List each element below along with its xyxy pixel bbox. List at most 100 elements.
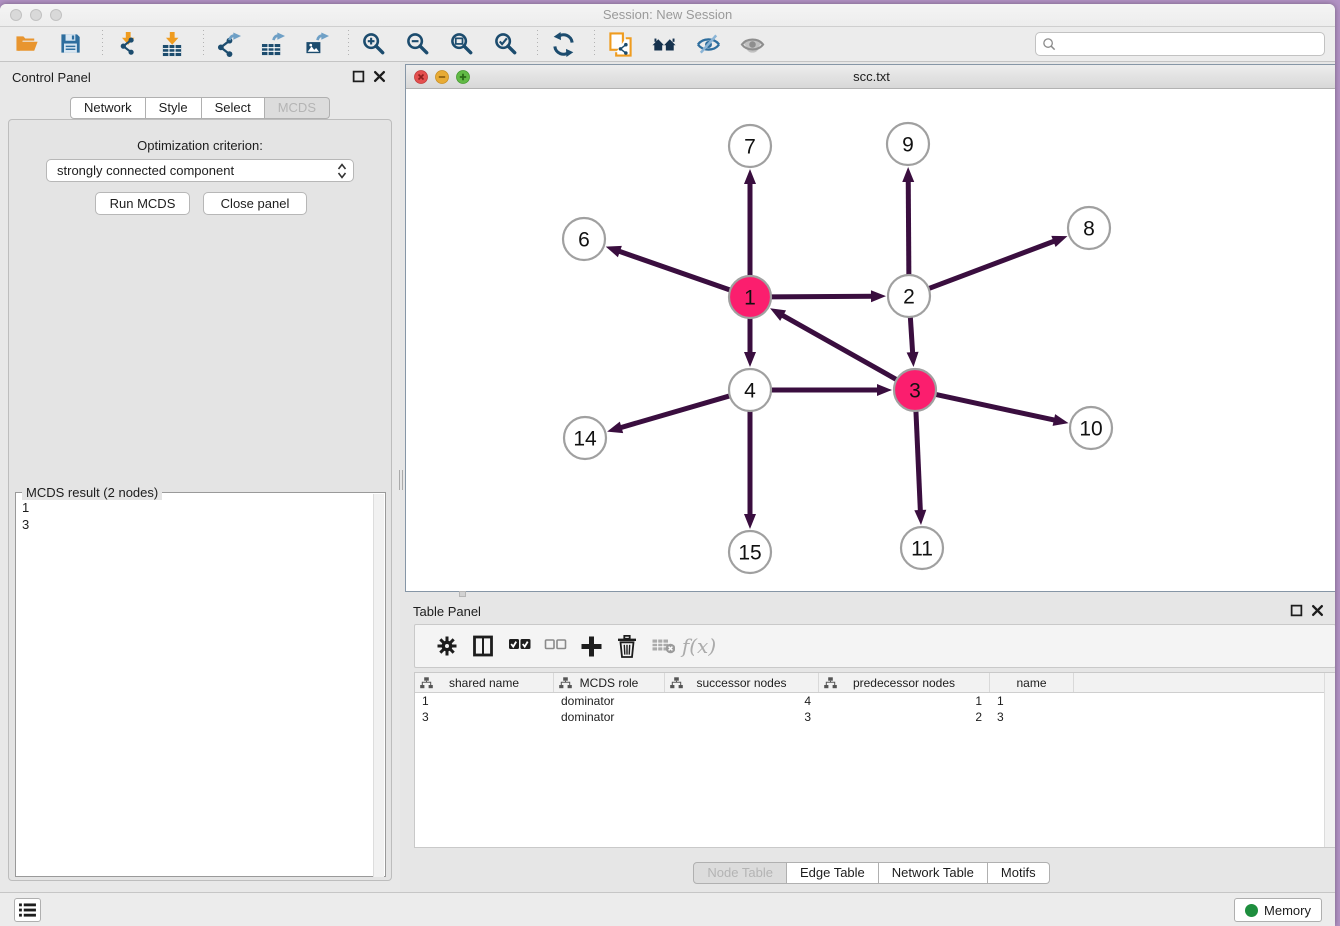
- open-session-button[interactable]: [12, 30, 42, 58]
- show-columns-button[interactable]: [465, 631, 501, 661]
- tab-network-table[interactable]: Network Table: [879, 862, 988, 884]
- cell-mcds-role[interactable]: dominator: [554, 693, 665, 709]
- graph-edge-4-14[interactable]: [607, 396, 731, 434]
- search-input[interactable]: [1061, 37, 1318, 52]
- zoom-fit-button[interactable]: [447, 30, 477, 58]
- graph-node-7[interactable]: 7: [729, 125, 771, 167]
- import-table-button[interactable]: [157, 30, 187, 58]
- table-row-1[interactable]: 1dominator411: [415, 693, 1335, 709]
- cell-name[interactable]: 1: [990, 693, 1074, 709]
- network-title: scc.txt: [406, 65, 1335, 88]
- column-header-predecessor-nodes[interactable]: predecessor nodes: [819, 673, 990, 692]
- column-header-mcds-role[interactable]: MCDS role: [554, 673, 665, 692]
- result-scrollbar[interactable]: [373, 494, 384, 877]
- cell-shared-name[interactable]: 3: [415, 709, 554, 725]
- cell-name[interactable]: 3: [990, 709, 1074, 725]
- graph-node-3[interactable]: 3: [894, 369, 936, 411]
- graph-node-1[interactable]: 1: [729, 276, 771, 318]
- close-panel-icon[interactable]: [373, 70, 386, 83]
- first-neighbors-button[interactable]: [649, 30, 679, 58]
- tab-network[interactable]: Network: [70, 97, 146, 119]
- graph-node-4[interactable]: 4: [729, 369, 771, 411]
- export-network-button[interactable]: [214, 30, 244, 58]
- import-network-button[interactable]: [113, 30, 143, 58]
- tab-node-table[interactable]: Node Table: [693, 862, 787, 884]
- show-all-button[interactable]: [737, 30, 767, 58]
- graph-edge-4-15[interactable]: [744, 410, 756, 529]
- close-window-button[interactable]: [10, 9, 22, 21]
- memory-button[interactable]: Memory: [1234, 898, 1322, 922]
- search-box[interactable]: [1035, 32, 1325, 56]
- float-panel-icon[interactable]: [352, 70, 365, 83]
- refresh-layout-button[interactable]: [548, 30, 578, 58]
- delete-columns-button[interactable]: [609, 631, 645, 661]
- network-canvas[interactable]: 1 2 3 4 6 7 8 9 10 11 14 15: [406, 89, 1335, 591]
- window-title: Session: New Session: [0, 4, 1335, 26]
- table-settings-button[interactable]: [429, 631, 465, 661]
- graph-edge-1-7[interactable]: [744, 169, 756, 277]
- graph-node-14[interactable]: 14: [564, 417, 606, 459]
- cell-successor-nodes[interactable]: 3: [665, 709, 819, 725]
- save-session-icon: [59, 32, 84, 57]
- graph-edge-1-4[interactable]: [744, 317, 756, 367]
- graph-edge-2-8[interactable]: [928, 236, 1068, 289]
- close-network-button[interactable]: [414, 70, 428, 89]
- svg-text:11: 11: [911, 538, 933, 561]
- graph-edge-3-10[interactable]: [935, 394, 1069, 426]
- unselect-all-columns-button[interactable]: [537, 631, 573, 661]
- graph-node-6[interactable]: 6: [563, 218, 605, 260]
- cell-predecessor-nodes[interactable]: 1: [819, 693, 990, 709]
- zoom-out-button[interactable]: [403, 30, 433, 58]
- graph-edge-3-11[interactable]: [914, 410, 926, 525]
- zoom-in-button[interactable]: [359, 30, 389, 58]
- column-label: predecessor nodes: [853, 676, 955, 690]
- tab-select[interactable]: Select: [202, 97, 265, 119]
- graph-node-2[interactable]: 2: [888, 275, 930, 317]
- criterion-select[interactable]: strongly connected component: [46, 159, 354, 182]
- panel-splitter-handle[interactable]: [399, 470, 403, 490]
- float-table-panel-icon[interactable]: [1290, 604, 1303, 617]
- cell-mcds-role[interactable]: dominator: [554, 709, 665, 725]
- graph-node-10[interactable]: 10: [1070, 407, 1112, 449]
- export-table-button[interactable]: [258, 30, 288, 58]
- cell-shared-name[interactable]: 1: [415, 693, 554, 709]
- close-table-panel-icon[interactable]: [1311, 604, 1324, 617]
- minimize-window-button[interactable]: [30, 9, 42, 21]
- select-all-columns-button[interactable]: [501, 631, 537, 661]
- zoom-window-button[interactable]: [50, 9, 62, 21]
- table-scrollbar[interactable]: [1324, 673, 1335, 847]
- add-column-button[interactable]: [573, 631, 609, 661]
- graph-node-8[interactable]: 8: [1068, 207, 1110, 249]
- save-session-button[interactable]: [56, 30, 86, 58]
- graph-edge-1-6[interactable]: [606, 246, 731, 291]
- close-panel-button[interactable]: Close panel: [203, 192, 307, 215]
- maximize-network-button[interactable]: [456, 70, 470, 89]
- tab-motifs[interactable]: Motifs: [988, 862, 1050, 884]
- duplicate-network-button[interactable]: [605, 30, 635, 58]
- table-row-2[interactable]: 3dominator323: [415, 709, 1335, 725]
- column-header-successor-nodes[interactable]: successor nodes: [665, 673, 819, 692]
- tab-mcds[interactable]: MCDS: [265, 97, 330, 119]
- cell-successor-nodes[interactable]: 4: [665, 693, 819, 709]
- graph-node-11[interactable]: 11: [901, 527, 943, 569]
- zoom-selected-button[interactable]: [491, 30, 521, 58]
- graph-node-9[interactable]: 9: [887, 123, 929, 165]
- graph-edge-2-3[interactable]: [907, 316, 919, 367]
- minimize-network-button[interactable]: [435, 70, 449, 89]
- graph-edge-2-9[interactable]: [902, 167, 914, 276]
- cell-predecessor-nodes[interactable]: 2: [819, 709, 990, 725]
- task-history-button[interactable]: [14, 898, 41, 922]
- tab-style[interactable]: Style: [146, 97, 202, 119]
- delete-columns-icon: [616, 635, 639, 658]
- column-header-name[interactable]: name: [990, 673, 1074, 692]
- export-image-button[interactable]: [302, 30, 332, 58]
- tab-edge-table[interactable]: Edge Table: [787, 862, 879, 884]
- graph-node-15[interactable]: 15: [729, 531, 771, 573]
- zoom-selected-icon: [494, 32, 519, 57]
- graph-edge-3-1[interactable]: [770, 308, 898, 380]
- run-mcds-button[interactable]: Run MCDS: [95, 192, 190, 215]
- graph-edge-1-2[interactable]: [770, 290, 886, 302]
- hide-selection-button[interactable]: [693, 30, 723, 58]
- graph-edge-4-3[interactable]: [770, 384, 892, 396]
- column-header-shared-name[interactable]: shared name: [415, 673, 554, 692]
